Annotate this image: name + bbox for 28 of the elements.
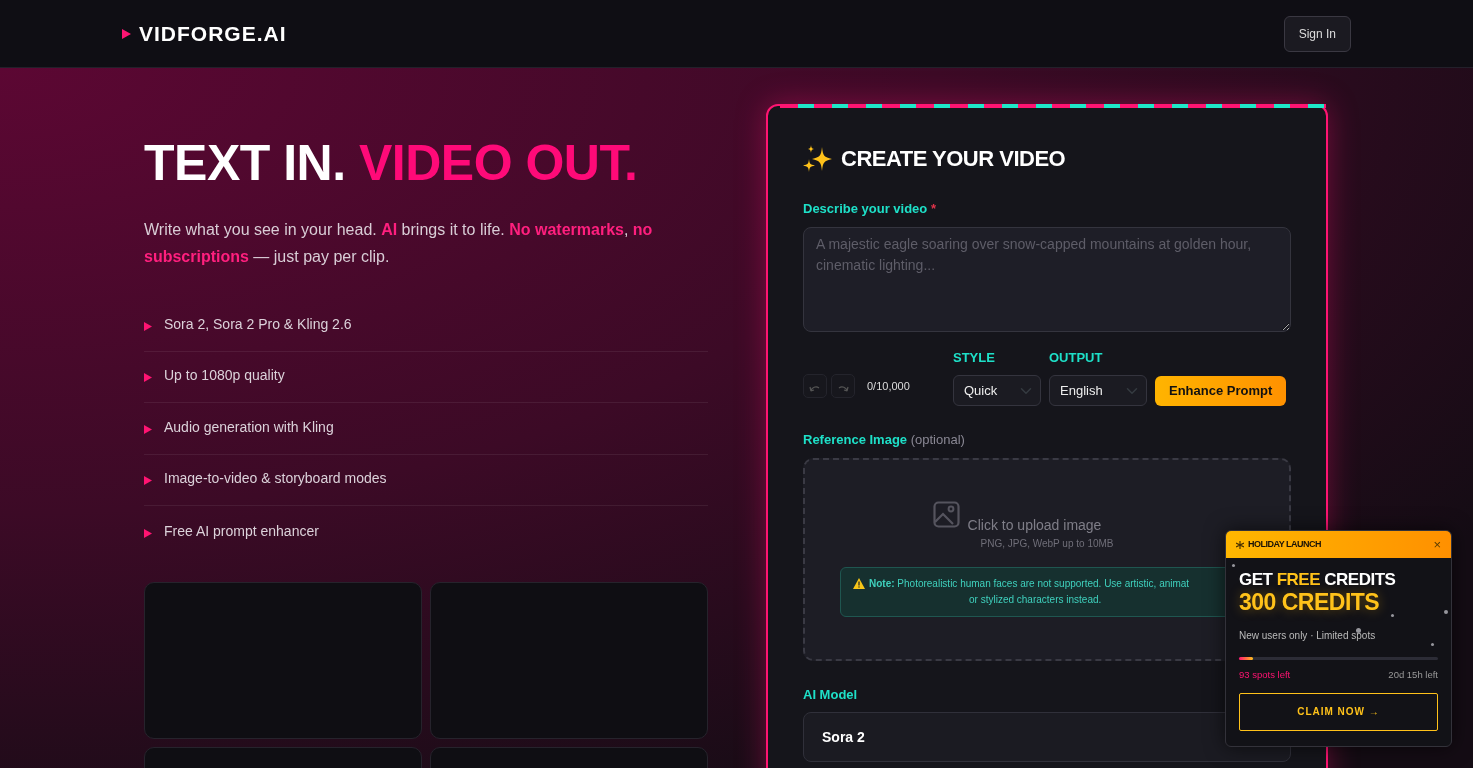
- style-label: STYLE: [953, 348, 996, 367]
- spots-left: 93 spots left: [1239, 667, 1291, 682]
- form-title: CREATE YOUR VIDEO: [841, 145, 1066, 173]
- feature-item: Audio generation with Kling: [164, 417, 334, 437]
- sign-in-button[interactable]: Sign In: [1283, 15, 1351, 52]
- note-text: Note: Photorealistic human faces are not supported. Use artistic, animat or stylized characters instead.: [869, 577, 1190, 607]
- time-left: 20d 15h left: [1388, 667, 1438, 682]
- feature-item: Up to 1080p quality: [164, 366, 285, 385]
- enhance-prompt-button[interactable]: Enhance Prompt: [1155, 376, 1287, 406]
- upload-text: Click to upload image: [967, 516, 1102, 535]
- feature-item: Sora 2, Sora 2 Pro & Kling 2.6: [164, 314, 352, 334]
- character-count: 0/10,000: [867, 378, 910, 394]
- close-button[interactable]: ×: [1433, 538, 1441, 551]
- feature-item: Image-to-video & storyboard modes: [164, 469, 387, 488]
- hero-title: TEXT IN. VIDEO OUT.: [144, 138, 639, 188]
- prompt-field[interactable]: A majestic eagle soaring over snow-capped mountains at golden hour, cinematic lighting...: [803, 226, 1291, 332]
- claim-now-button[interactable]: CLAIM NOW →: [1239, 692, 1438, 731]
- model-dropdown[interactable]: Sora 2: [803, 712, 1291, 762]
- model-label: AI Model: [803, 685, 859, 704]
- feature-item: Free AI prompt enhancer: [164, 521, 319, 541]
- style-dropdown[interactable]: Quick: [953, 375, 1041, 406]
- output-label: OUTPUT: [1049, 348, 1104, 367]
- upload-formats: PNG, JPG, WebP up to 10MB: [980, 537, 1114, 551]
- hero-description: Write what you see in your head. AI brings it to life. No watermarks, no subscriptions — just pay per clip.: [144, 220, 654, 267]
- field-label: Reference Image (optional): [803, 431, 966, 449]
- output-dropdown[interactable]: English: [1049, 375, 1147, 406]
- brand-logo[interactable]: VIDFORGE.AI: [139, 17, 287, 50]
- field-label: Describe your video *: [803, 200, 937, 218]
